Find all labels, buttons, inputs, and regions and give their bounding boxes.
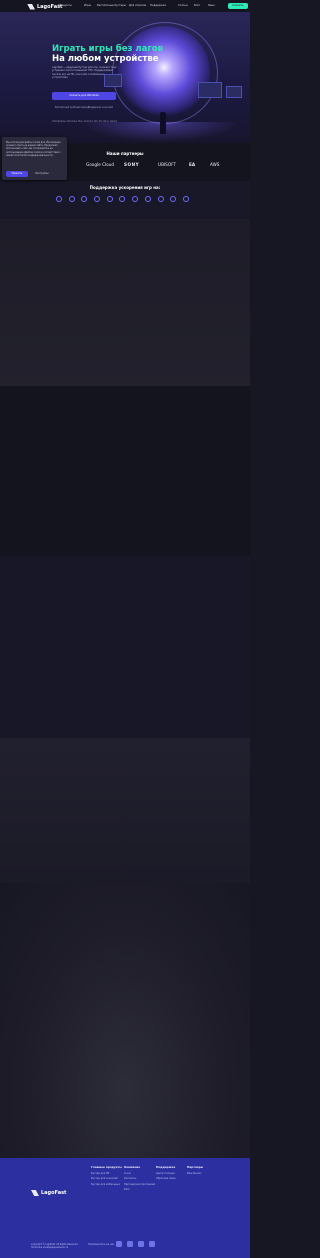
- nav-language[interactable]: Язык: [208, 4, 215, 7]
- discord-icon[interactable]: [116, 1241, 122, 1247]
- youtube-icon[interactable]: [127, 1241, 133, 1247]
- site-header: LagoFast Продукты Игры Бесплатные бустер…: [0, 0, 250, 12]
- xbox-icon: [119, 196, 126, 202]
- content-section-4: [0, 738, 250, 883]
- cookie-banner: Мы используем файлы cookie для обеспечен…: [2, 137, 67, 180]
- content-section-2: [0, 386, 250, 556]
- partner-sony: SONY: [124, 162, 140, 167]
- hero-free-trial-link[interactable]: Бесплатный пробный период: [55, 106, 89, 109]
- footer-col-head: Главные продукты: [91, 1165, 122, 1169]
- hero-screen-right: [198, 82, 222, 98]
- hero-screen-far-right: [226, 86, 242, 98]
- footer-col-partners: Партнеры Ваш бизнес: [187, 1165, 203, 1177]
- hero-download-button[interactable]: Скачать для Windows: [52, 92, 116, 100]
- footer-link[interactable]: Контакты: [124, 1177, 155, 1180]
- instagram-icon[interactable]: [149, 1241, 155, 1247]
- nav-free-boosters[interactable]: Бесплатные бустеры: [97, 4, 126, 7]
- footer-col-company: Компания О нас Контакты Партнерская прог…: [124, 1165, 155, 1194]
- partner-ubisoft: UBISOFT: [158, 162, 177, 167]
- partner-google-cloud: Google Cloud: [86, 162, 115, 167]
- site-footer: LagoFast Главные продукты Бустер для ПК …: [0, 1158, 250, 1258]
- hero-section: Играть игры без лагов На любом устройств…: [0, 12, 250, 143]
- nav-players[interactable]: Для игроков: [129, 4, 146, 7]
- cookie-text: Мы используем файлы cookie для обеспечен…: [6, 141, 61, 157]
- footer-link[interactable]: Ваш бизнес: [187, 1172, 203, 1175]
- android-icon: [81, 196, 88, 202]
- footer-link[interactable]: Блог: [124, 1188, 155, 1191]
- footer-link[interactable]: Бустер для консолей: [91, 1177, 122, 1180]
- social-icons: [116, 1241, 155, 1247]
- nav-articles[interactable]: Статьи: [178, 4, 188, 7]
- nav-games[interactable]: Игры: [84, 4, 91, 7]
- footer-link[interactable]: Обратная связь: [156, 1177, 176, 1180]
- mobile-icon: [144, 196, 151, 202]
- footer-col-head: Поддержка: [156, 1165, 176, 1169]
- nav-support[interactable]: Поддержка: [150, 4, 166, 7]
- cookie-settings-button[interactable]: Настройки: [32, 171, 52, 177]
- twitter-icon[interactable]: [138, 1241, 144, 1247]
- hero-console-link[interactable]: Поддержка консолей: [88, 106, 113, 109]
- logo-icon: [27, 3, 35, 10]
- console-icon: [182, 196, 189, 202]
- header-download-button[interactable]: Скачать: [228, 3, 248, 9]
- router-icon: [170, 196, 177, 202]
- footer-link[interactable]: Центр помощи: [156, 1172, 176, 1175]
- footer-col-head: Партнеры: [187, 1165, 204, 1169]
- footer-link[interactable]: О нас: [124, 1172, 155, 1175]
- privacy-link[interactable]: Политика конфиденциальности: [31, 1246, 78, 1249]
- mac-icon: [68, 196, 75, 202]
- apple-icon: [94, 196, 101, 202]
- hero-gamer-figure: [160, 112, 166, 134]
- content-section-1: [0, 219, 250, 386]
- nav-products[interactable]: Продукты: [58, 4, 72, 7]
- footer-logo[interactable]: LagoFast: [31, 1190, 66, 1196]
- hero-title-line2: На любом устройстве: [52, 54, 159, 64]
- nav-blog[interactable]: Блог: [194, 4, 200, 7]
- content-section-5: [0, 883, 250, 1158]
- windows-icon: [56, 196, 62, 202]
- content-section-3: [0, 556, 250, 738]
- supported-platforms-section: Поддержка ускорения игр на:: [0, 181, 250, 219]
- footer-col-head: Компания: [124, 1165, 141, 1169]
- cookie-accept-button[interactable]: Принять: [6, 171, 28, 177]
- hero-title-line1: Играть игры без лагов: [52, 44, 163, 54]
- hero-description: LagoFast — ведущий бустер для игр, снижа…: [52, 66, 118, 80]
- supported-title: Поддержка ускорения игр на:: [89, 185, 161, 190]
- footer-copyright: Copyright © LagoFast. All Rights Reserve…: [31, 1243, 78, 1249]
- footer-link[interactable]: Бустер для мобильных: [91, 1183, 122, 1186]
- social-label: Подпишитесь на нас: [88, 1243, 115, 1246]
- platform-icon-row: [56, 196, 189, 202]
- footer-col-support: Поддержка Центр помощи Обратная связь: [156, 1165, 176, 1183]
- steam-icon: [157, 196, 164, 202]
- footer-col-products: Главные продукты Бустер для ПК Бустер дл…: [91, 1165, 122, 1188]
- playstation-icon: [106, 196, 113, 202]
- footer-link[interactable]: Бустер для ПК: [91, 1172, 122, 1175]
- partner-ea: EA: [189, 162, 196, 167]
- footer-logo-text: LagoFast: [41, 1190, 67, 1196]
- footer-logo-icon: [31, 1190, 39, 1196]
- footer-link[interactable]: Партнерская программа: [124, 1183, 155, 1186]
- hero-planet-image: [118, 26, 210, 118]
- hero-platforms: Платформы: Windows, Mac, Android, iOS, P…: [52, 120, 118, 123]
- switch-icon: [132, 196, 139, 202]
- partner-aws: AWS: [210, 162, 220, 167]
